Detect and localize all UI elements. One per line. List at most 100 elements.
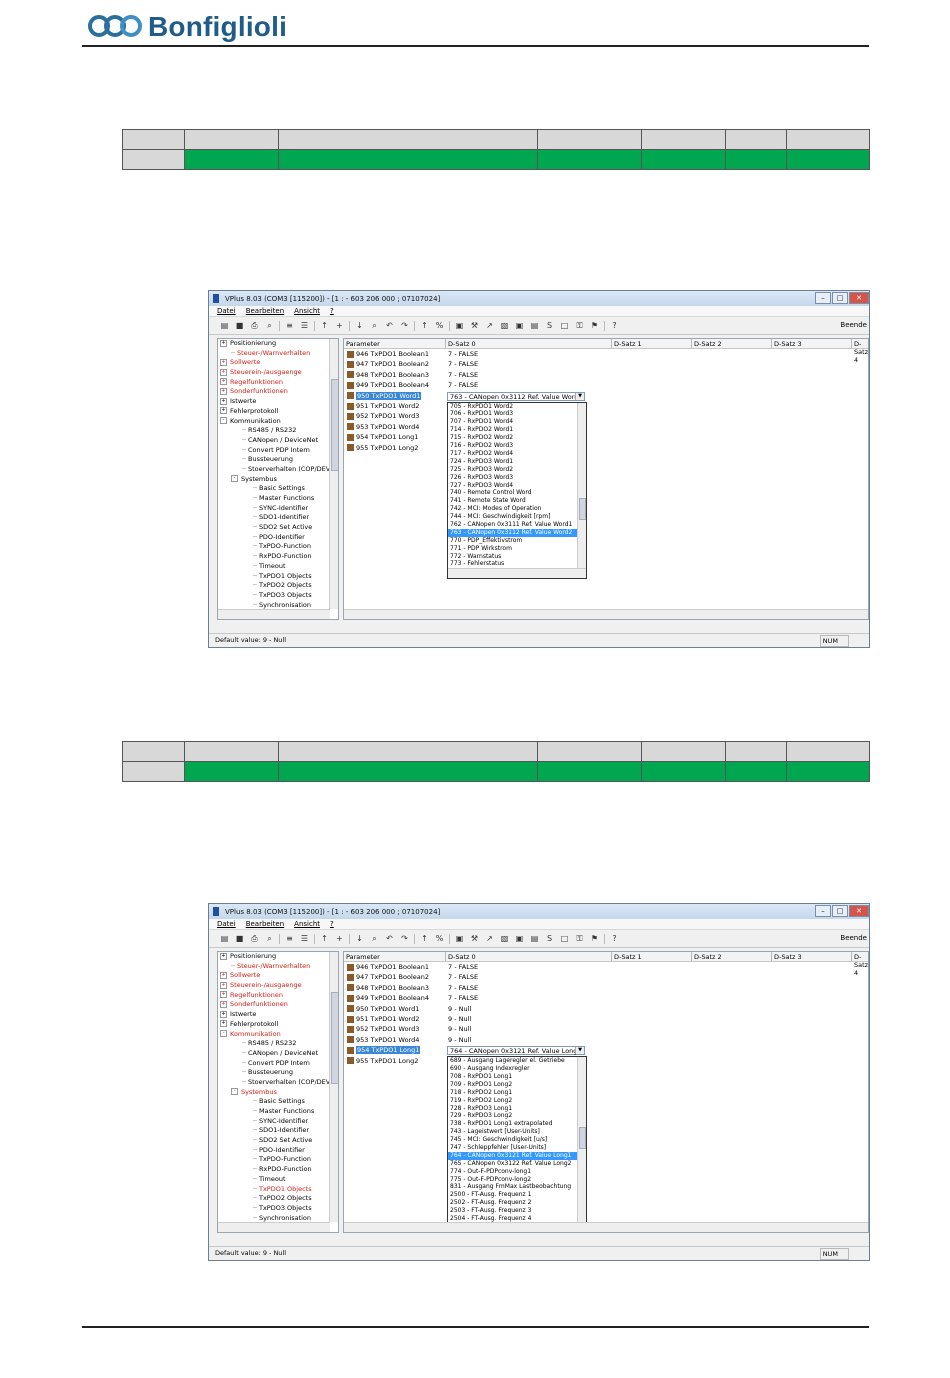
scroll-thumb[interactable] xyxy=(579,1127,586,1150)
column-header-0[interactable]: Parameter xyxy=(346,953,380,961)
value-dropdown-list[interactable]: 689 - Ausgang Lageregler el. Getriebe 690… xyxy=(447,1056,587,1232)
chart-icon[interactable]: ↗ xyxy=(484,934,495,944)
tree-item[interactable]: ─ TxPDO3 Objects xyxy=(218,1204,338,1214)
parameter-row[interactable]: 952 TxPDO1 Word3 xyxy=(344,411,419,421)
dropdown-vertical-scrollbar[interactable] xyxy=(577,1057,586,1225)
tools-icon[interactable]: ⚒ xyxy=(469,321,480,331)
column-header-3[interactable]: D-Satz 2 xyxy=(694,340,722,348)
expand-icon[interactable]: + xyxy=(220,1020,227,1028)
key-icon[interactable]: ⚿ xyxy=(574,321,585,331)
dropdown-option[interactable]: 747 - Schleppfehler [User-Units] xyxy=(448,1144,586,1152)
menu-item-3[interactable]: ? xyxy=(330,307,334,315)
parameter-row[interactable]: 951 TxPDO1 Word2 xyxy=(344,401,419,411)
dropdown-option[interactable]: 708 - RxPDO1 Long1 xyxy=(448,1073,586,1081)
dropdown-option[interactable]: 2500 - FT-Ausg. Frequenz 1 xyxy=(448,1191,586,1199)
tree-item[interactable]: + Istwerte xyxy=(218,1010,338,1020)
dropdown-option[interactable]: 725 - RxPDO3 Word2 xyxy=(448,466,586,474)
tree-item[interactable]: ─ Basic Settings xyxy=(218,1097,338,1107)
tree-item[interactable]: ─ TxPDO-Function xyxy=(218,1155,338,1165)
parameter-row[interactable]: 948 TxPDO1 Boolean3 xyxy=(344,370,429,380)
dropdown-horizontal-scrollbar[interactable] xyxy=(448,568,586,579)
scroll-thumb[interactable] xyxy=(331,992,338,1084)
help-icon[interactable]: ? xyxy=(609,321,620,331)
dropdown-option[interactable]: 689 - Ausgang Lageregler el. Getriebe xyxy=(448,1057,586,1065)
tree-item[interactable]: + Regelfunktionen xyxy=(218,378,338,388)
close-button[interactable]: ✕ xyxy=(849,905,869,917)
tree-item[interactable]: ─ SDO1-Identifier xyxy=(218,513,338,523)
tree-item[interactable]: ─ TxPDO3 Objects xyxy=(218,591,338,601)
parameter-value[interactable]: 7 - FALSE xyxy=(448,993,478,1003)
save-icon[interactable]: ■ xyxy=(234,321,245,331)
collapse-icon[interactable]: - xyxy=(231,1088,238,1096)
menu-item-0[interactable]: Datei xyxy=(217,307,236,315)
indent-icon[interactable]: ≡ xyxy=(284,321,295,331)
undo-icon[interactable]: ↶ xyxy=(384,934,395,944)
add-param-icon[interactable]: + xyxy=(334,934,345,944)
tree-item[interactable]: ─ RxPDO-Function xyxy=(218,1165,338,1175)
collapse-icon[interactable]: - xyxy=(231,475,238,483)
save-icon[interactable]: ■ xyxy=(234,934,245,944)
parameter-value[interactable]: 7 - FALSE xyxy=(448,349,478,359)
dropdown-option[interactable]: 770 - PDP_Effektivstrom xyxy=(448,537,586,545)
tree-item[interactable]: ─ SYNC-Identifier xyxy=(218,1117,338,1127)
parameter-row[interactable]: 948 TxPDO1 Boolean3 xyxy=(344,983,429,993)
parameter-value[interactable]: 9 - Null xyxy=(448,1024,471,1034)
tree-item[interactable]: - Systembus xyxy=(218,475,338,485)
expand-icon[interactable]: + xyxy=(220,358,227,366)
device-icon[interactable]: ▧ xyxy=(499,934,510,944)
dropdown-option[interactable]: 716 - RxPDO2 Word3 xyxy=(448,442,586,450)
grid-horizontal-scrollbar[interactable] xyxy=(344,609,868,619)
monitor-icon[interactable]: ▣ xyxy=(514,321,525,331)
dropdown-option[interactable]: 745 - MCI: Geschwindigkeit [u/s] xyxy=(448,1136,586,1144)
window-icon[interactable]: ▣ xyxy=(454,934,465,944)
dropdown-option[interactable]: 763 - CANopen 0x3112 Ref. Value Word2 xyxy=(448,528,586,537)
maximize-button[interactable]: □ xyxy=(832,292,848,304)
percent-icon[interactable]: % xyxy=(434,321,445,331)
tree-item[interactable]: ─ Timeout xyxy=(218,1175,338,1185)
clipboard-icon[interactable]: ▤ xyxy=(529,321,540,331)
tree-item[interactable]: + Steuerein-/ausgaenge xyxy=(218,368,338,378)
chart-icon[interactable]: ↗ xyxy=(484,321,495,331)
parameter-row[interactable]: 946 TxPDO1 Boolean1 xyxy=(344,962,429,972)
expand-icon[interactable]: + xyxy=(220,991,227,999)
parameter-row[interactable]: 955 TxPDO1 Long2 xyxy=(344,443,418,453)
parameter-row[interactable]: 954 TxPDO1 Long1 xyxy=(344,432,418,442)
column-header-4[interactable]: D-Satz 3 xyxy=(774,953,802,961)
value-dropdown-list[interactable]: 705 - RxPDO1 Word2 706 - RxPDO1 Word3 707 … xyxy=(447,401,587,580)
collapse-icon[interactable]: - xyxy=(220,1030,227,1037)
expand-icon[interactable]: + xyxy=(220,339,227,347)
tree-item[interactable]: ─ CANopen / DeviceNet xyxy=(218,1049,338,1059)
menu-item-0[interactable]: Datei xyxy=(217,920,236,928)
minimize-button[interactable]: – xyxy=(815,905,831,917)
tree-item[interactable]: + Sollwerte xyxy=(218,971,338,981)
tree-item[interactable]: ─ PDO-Identifier xyxy=(218,1146,338,1156)
tree-vertical-scrollbar[interactable] xyxy=(329,952,338,1222)
menu-item-1[interactable]: Bearbeiten xyxy=(246,920,284,928)
list-icon[interactable]: ☰ xyxy=(299,934,310,944)
parameter-row[interactable]: 946 TxPDO1 Boolean1 xyxy=(344,349,429,359)
expand-icon[interactable]: + xyxy=(220,387,227,395)
tree-item[interactable]: + Istwerte xyxy=(218,397,338,407)
dropdown-option[interactable]: 709 - RxPDO1 Long2 xyxy=(448,1081,586,1089)
tree-vertical-scrollbar[interactable] xyxy=(329,339,338,609)
maximize-button[interactable]: □ xyxy=(832,905,848,917)
chevron-down-icon[interactable]: ▼ xyxy=(575,392,584,400)
help-icon[interactable]: ? xyxy=(609,934,620,944)
dropdown-option[interactable]: 690 - Ausgang Indexregler xyxy=(448,1065,586,1073)
grid-horizontal-scrollbar[interactable] xyxy=(344,1222,868,1232)
column-header-3[interactable]: D-Satz 2 xyxy=(694,953,722,961)
value-combobox[interactable]: 764 - CANopen 0x3121 Ref. Value Long1 ▼ xyxy=(447,1046,585,1056)
flag-icon[interactable]: ⚑ xyxy=(589,934,600,944)
flag-icon[interactable]: ⚑ xyxy=(589,321,600,331)
expand-icon[interactable]: + xyxy=(220,368,227,376)
dropdown-option[interactable]: 771 - PDP Wirkstrom xyxy=(448,545,586,553)
dropdown-option[interactable]: 706 - RxPDO1 Word3 xyxy=(448,410,586,418)
menu-item-2[interactable]: Ansicht xyxy=(294,307,320,315)
tree-item[interactable]: ─ SDO1-Identifier xyxy=(218,1126,338,1136)
menu-item-3[interactable]: ? xyxy=(330,920,334,928)
frame-icon[interactable]: □ xyxy=(559,321,570,331)
parameter-row[interactable]: 950 TxPDO1 Word1 xyxy=(344,1004,419,1014)
parameter-value[interactable]: 9 - Null xyxy=(448,1014,471,1024)
tree-horizontal-scrollbar[interactable] xyxy=(218,609,330,619)
parameter-value[interactable]: 7 - FALSE xyxy=(448,962,478,972)
